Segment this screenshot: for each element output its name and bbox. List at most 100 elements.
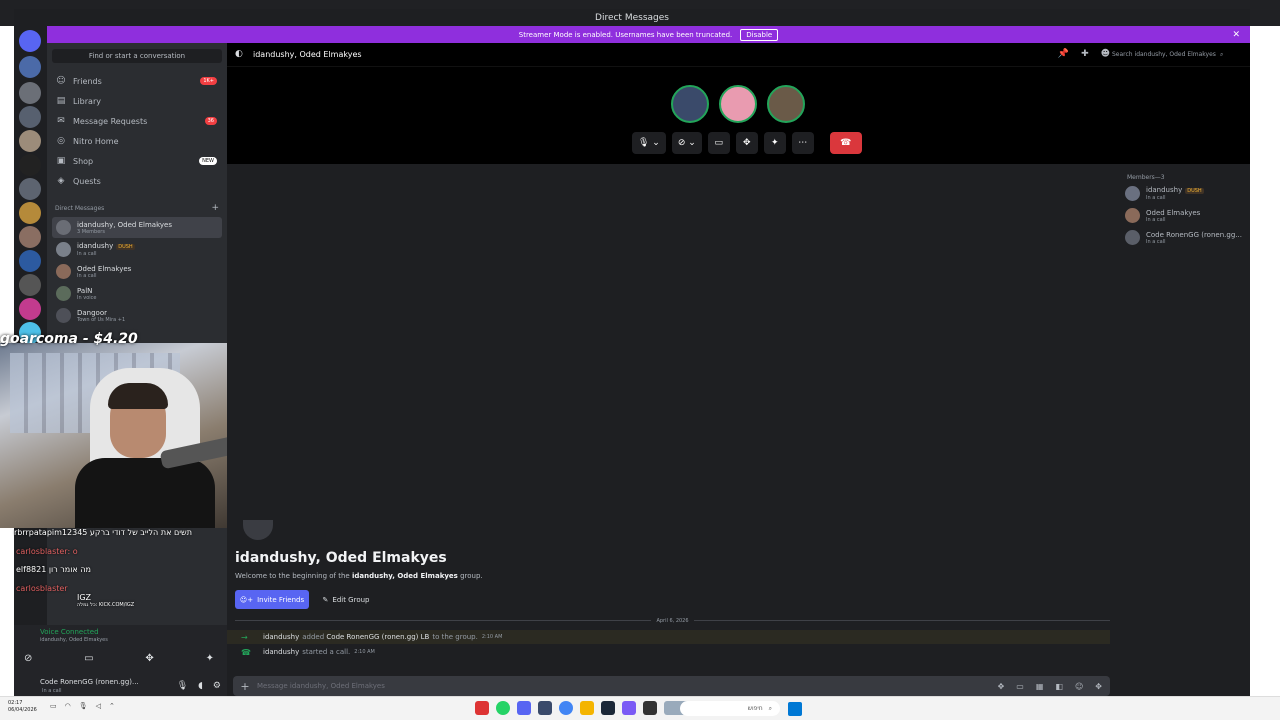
close-icon[interactable]: ✕ — [1232, 30, 1240, 40]
gift-icon[interactable]: ▭ — [1016, 682, 1024, 691]
folder-icon[interactable] — [580, 701, 594, 715]
headphones-icon[interactable]: ◖ — [198, 681, 203, 691]
soundboard-button[interactable]: ✦ — [763, 132, 786, 154]
user-name[interactable]: Code RonenGG (ronen.gg)... — [40, 678, 139, 686]
streamer-hair — [108, 383, 168, 409]
window-title: Direct Messages — [595, 12, 669, 23]
activities-icon[interactable]: ✥ — [145, 653, 153, 664]
hangup-icon: ☎ — [840, 138, 852, 148]
sticker-icon[interactable]: ◧ — [1055, 682, 1063, 691]
member-item[interactable]: idandushy DUSH In a call — [1125, 186, 1204, 201]
clan-tag: DUSH — [116, 244, 135, 250]
app-icon[interactable] — [643, 701, 657, 715]
member-item[interactable]: Code RonenGG (ronen.gg... In a call — [1125, 230, 1242, 245]
streamer-mode-banner: Streamer Mode is enabled. Usernames have… — [47, 26, 1250, 43]
disable-button[interactable]: Disable — [740, 28, 779, 41]
mic-icon[interactable]: 🎙 — [177, 681, 188, 691]
dm-item[interactable]: PalN In voice — [52, 283, 222, 304]
add-dm-icon[interactable]: + — [211, 203, 219, 213]
soundboard-icon[interactable]: ✦ — [206, 653, 214, 664]
sidebar-item-nitro[interactable]: ◎ Nitro Home — [55, 132, 223, 150]
nitro-icon: ◎ — [57, 136, 65, 146]
sidebar-item-quests[interactable]: ◈ Quests — [55, 172, 223, 190]
end-call-button[interactable]: ☎ — [829, 132, 862, 154]
camera-off-icon[interactable]: ⊘ — [24, 653, 32, 664]
call-participant-avatar[interactable] — [767, 85, 805, 123]
server-icon[interactable] — [19, 298, 41, 320]
activities-button[interactable]: ✥ — [735, 132, 758, 154]
more-button[interactable]: ⋯ — [791, 132, 814, 154]
edit-group-button[interactable]: ✎ Edit Group — [316, 590, 376, 609]
app-icon[interactable] — [475, 701, 489, 715]
find-conversation-input[interactable]: Find or start a conversation — [52, 49, 222, 63]
user-status: In a call — [42, 688, 62, 694]
channel-header: ◐ idandushy, Oded Elmakyes 📌 ✚ ☻ Search … — [227, 43, 1250, 67]
mute-button[interactable]: 🎙 ⌄ — [632, 132, 666, 154]
pencil-icon: ✎ — [322, 595, 329, 604]
system-message: ☎ idandushy started a call. 2:10 AM — [241, 647, 375, 657]
apps-launcher-icon[interactable]: ✥ — [1095, 682, 1102, 691]
library-icon: ▤ — [56, 96, 66, 106]
sidebar-item-friends[interactable]: ☺ Friends 1K+ — [55, 72, 223, 90]
settings-icon[interactable]: ⚙ — [213, 681, 221, 691]
call-participant-avatar[interactable] — [719, 85, 757, 123]
member-item[interactable]: Oded Elmakyes In a call — [1125, 208, 1200, 223]
dm-item[interactable]: Dangoor Town of Us Mira +1 — [52, 305, 222, 326]
soundboard-icon: ✦ — [771, 138, 779, 148]
message-input[interactable]: + Message idandushy, Oded Elmakyes ✥ ▭ ▦… — [233, 676, 1110, 696]
server-icon[interactable] — [19, 226, 41, 248]
server-icon[interactable] — [19, 154, 41, 176]
server-icon[interactable] — [19, 106, 41, 128]
requests-badge: 36 — [204, 117, 217, 125]
sidebar-item-message-requests[interactable]: ✉ Message Requests 36 — [55, 112, 223, 130]
channel-title: idandushy, Oded Elmakyes — [253, 50, 362, 59]
steam-icon[interactable] — [601, 701, 615, 715]
plus-icon[interactable]: + — [233, 680, 257, 693]
server-icon[interactable] — [19, 274, 41, 296]
sidebar-item-library[interactable]: ▤ Library — [55, 92, 223, 110]
taskbar-search[interactable]: חיפוש ⌕ — [680, 701, 780, 716]
arrow-right-icon: → — [241, 632, 248, 642]
clock[interactable]: 02:17 06/04/2026 — [8, 700, 37, 714]
discord-home-icon[interactable] — [19, 30, 41, 52]
screen-share-button[interactable]: ▭ — [707, 132, 730, 154]
server-icon[interactable] — [19, 56, 41, 78]
gif-icon[interactable]: ▦ — [1036, 682, 1044, 691]
search-input[interactable]: Search idandushy, Oded Elmakyes ⌕ — [1112, 48, 1242, 61]
wifi-icon[interactable]: ◠ — [65, 702, 71, 710]
dm-item[interactable]: idandushy DUSH In a call — [52, 239, 222, 260]
call-controls: 🎙 ⌄ ⊘ ⌄ ▭ ✥ ✦ ⋯ ☎ — [632, 132, 862, 154]
add-member-icon[interactable]: ✚ — [1081, 49, 1089, 59]
apps-icon[interactable]: ✥ — [998, 682, 1005, 691]
server-icon[interactable] — [19, 178, 41, 200]
dm-item[interactable]: Oded Elmakyes In a call — [52, 261, 222, 282]
camera-button[interactable]: ⊘ ⌄ — [671, 132, 702, 154]
mic-icon[interactable]: 🎙 — [79, 702, 88, 710]
volume-icon[interactable]: ◁ — [96, 702, 101, 710]
more-icon: ⋯ — [798, 138, 808, 148]
members-icon[interactable]: ☻ — [1101, 49, 1110, 59]
mic-icon: 🎙 ⌄ — [638, 138, 660, 148]
server-icon[interactable] — [19, 130, 41, 152]
search-icon: ⌕ — [768, 704, 772, 712]
pin-icon[interactable]: 📌 — [1058, 49, 1069, 59]
chevron-up-icon[interactable]: ⌃ — [109, 702, 115, 710]
discord-icon[interactable] — [517, 701, 531, 715]
invite-friends-button[interactable]: ☺+ Invite Friends — [235, 590, 309, 609]
obs-icon[interactable] — [538, 701, 552, 715]
emoji-icon[interactable]: ☺ — [1075, 682, 1083, 691]
sidebar-item-shop[interactable]: ▣ Shop NEW — [55, 152, 223, 170]
chrome-icon[interactable] — [559, 701, 573, 715]
app-icon[interactable] — [622, 701, 636, 715]
call-participant-avatar[interactable] — [671, 85, 709, 123]
windows-start-icon[interactable] — [788, 702, 802, 716]
server-icon[interactable] — [19, 82, 41, 104]
screen-share-icon[interactable]: ▭ — [84, 653, 93, 664]
whatsapp-icon[interactable] — [496, 701, 510, 715]
monitor-icon[interactable]: ▭ — [50, 702, 57, 710]
server-icon[interactable] — [19, 250, 41, 272]
server-icon[interactable] — [19, 202, 41, 224]
donation-alert: goarcoma - $4.20 — [0, 331, 138, 347]
voice-channel[interactable]: idandushy, Oded Elmakyes — [40, 637, 108, 643]
dm-item-group[interactable]: idandushy, Oded Elmakyes 3 Members — [52, 217, 222, 238]
